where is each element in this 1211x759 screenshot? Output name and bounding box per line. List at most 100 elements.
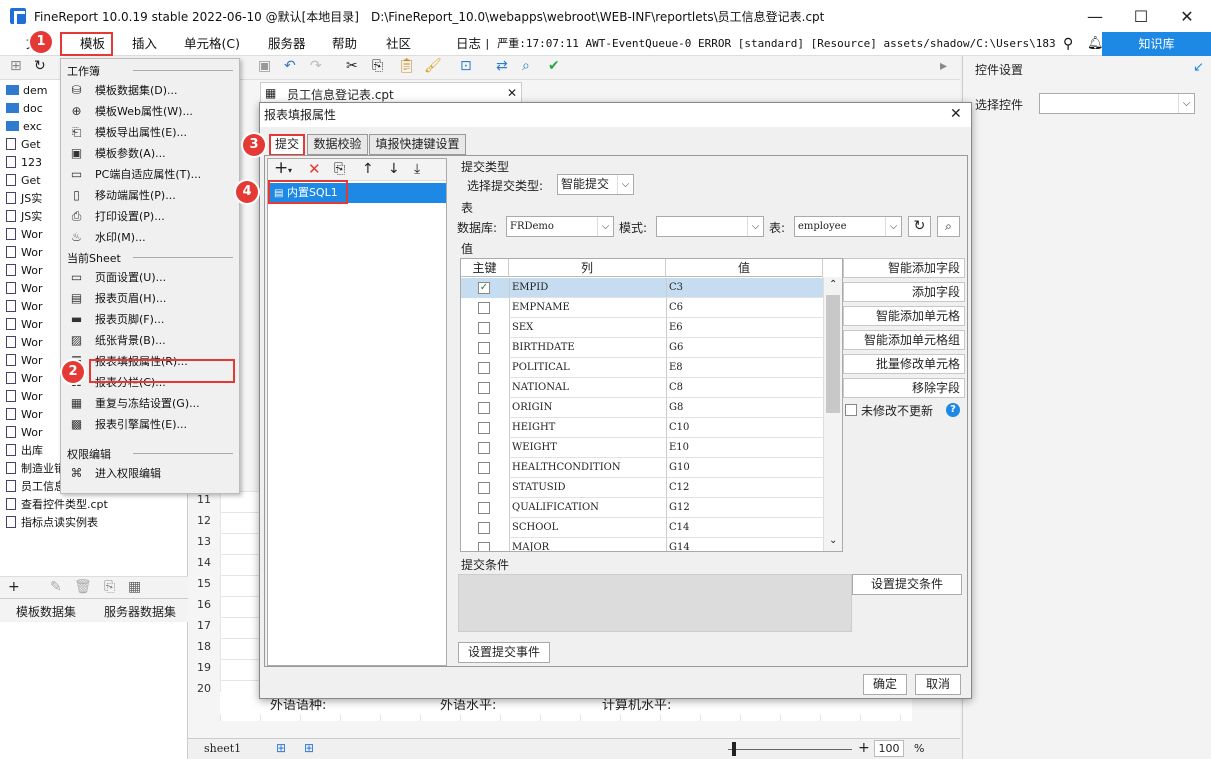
- primary-key-checkbox[interactable]: [478, 302, 490, 314]
- submit-type-combo[interactable]: 智能提交 ⌵: [557, 174, 634, 195]
- tree-item[interactable]: JS实: [6, 190, 42, 208]
- search-replace-icon[interactable]: ⌕: [522, 58, 530, 74]
- menu-item-wb-5[interactable]: 移动端属性(P)...: [95, 186, 176, 206]
- select-widget-combo[interactable]: ⌵: [1039, 93, 1195, 114]
- scroll-up-icon[interactable]: ⌃: [829, 279, 837, 290]
- smart-add-cell-button[interactable]: 智能添加单元格: [843, 306, 965, 326]
- column-cell[interactable]: SEX: [509, 318, 666, 338]
- refresh-table-icon[interactable]: ↻: [908, 216, 931, 237]
- primary-key-checkbox[interactable]: [478, 402, 490, 414]
- table-row[interactable]: SCHOOL C14: [461, 518, 823, 538]
- primary-key-checkbox[interactable]: [478, 342, 490, 354]
- menu-help[interactable]: 帮助: [332, 32, 357, 56]
- value-cell[interactable]: G12: [666, 498, 823, 518]
- menu-item-sheet-1[interactable]: 报表页眉(H)...: [95, 289, 166, 309]
- add-field-button[interactable]: 添加字段: [843, 282, 965, 302]
- preview-table-icon[interactable]: ⌕: [937, 216, 960, 237]
- no-update-checkbox[interactable]: [845, 404, 857, 416]
- column-cell[interactable]: BIRTHDATE: [509, 338, 666, 358]
- column-cell[interactable]: EMPNAME: [509, 298, 666, 318]
- column-cell[interactable]: HEALTHCONDITION: [509, 458, 666, 478]
- menu-item-perm-0[interactable]: 进入权限编辑: [95, 464, 161, 484]
- column-cell[interactable]: POLITICAL: [509, 358, 666, 378]
- new-folder-icon[interactable]: ⊞: [10, 58, 22, 74]
- delete-icon[interactable]: 🗑︎: [74, 579, 92, 595]
- primary-key-checkbox[interactable]: [478, 522, 490, 534]
- primary-key-checkbox[interactable]: [478, 362, 490, 374]
- value-cell[interactable]: C8: [666, 378, 823, 398]
- value-cell[interactable]: C6: [666, 298, 823, 318]
- primary-key-checkbox[interactable]: ✓: [478, 282, 490, 294]
- remove-submit-icon[interactable]: ✕: [308, 161, 321, 177]
- table-row[interactable]: HEIGHT C10: [461, 418, 823, 438]
- format-brush-icon[interactable]: 🖌︎: [424, 58, 442, 74]
- move-bottom-icon[interactable]: ⤓: [414, 161, 420, 177]
- value-cell[interactable]: C10: [666, 418, 823, 438]
- tab-template-dataset[interactable]: 模板数据集: [16, 603, 76, 620]
- primary-key-checkbox[interactable]: [478, 422, 490, 434]
- value-cell[interactable]: G8: [666, 398, 823, 418]
- table-row[interactable]: NATIONAL C8: [461, 378, 823, 398]
- menu-community[interactable]: 社区: [386, 32, 411, 56]
- sheet-tab[interactable]: sheet1: [204, 742, 241, 755]
- column-cell[interactable]: ORIGIN: [509, 398, 666, 418]
- set-condition-button[interactable]: 设置提交条件: [852, 574, 962, 595]
- value-cell[interactable]: C12: [666, 478, 823, 498]
- tree-item[interactable]: Get: [6, 172, 41, 190]
- menu-item-wb-7[interactable]: 水印(M)...: [95, 228, 146, 248]
- tree-item[interactable]: Wor: [6, 226, 42, 244]
- zoom-slider-thumb[interactable]: [732, 742, 736, 756]
- menu-item-wb-4[interactable]: PC端自适应属性(T)...: [95, 165, 201, 185]
- scroll-thumb[interactable]: [826, 295, 840, 413]
- table-row[interactable]: BIRTHDATE G6: [461, 338, 823, 358]
- column-cell[interactable]: QUALIFICATION: [509, 498, 666, 518]
- menu-item-sheet-0[interactable]: 页面设置(U)...: [95, 268, 166, 288]
- save-icon[interactable]: ▣: [258, 58, 271, 74]
- tree-item[interactable]: Wor: [6, 244, 42, 262]
- collapse-right-icon[interactable]: ▸: [940, 58, 947, 74]
- redo-icon[interactable]: ↷: [310, 58, 322, 74]
- smart-add-cell-group-button[interactable]: 智能添加单元格组: [843, 330, 965, 350]
- primary-key-checkbox[interactable]: [478, 542, 490, 551]
- value-cell[interactable]: C3: [666, 278, 823, 298]
- column-cell[interactable]: HEIGHT: [509, 418, 666, 438]
- table-row[interactable]: MAJOR G14: [461, 538, 823, 551]
- tree-item[interactable]: Wor: [6, 298, 42, 316]
- tree-item[interactable]: 出库: [6, 442, 43, 460]
- menu-item-sheet-3[interactable]: 纸张背景(B)...: [95, 331, 166, 351]
- table-row[interactable]: WEIGHT E10: [461, 438, 823, 458]
- menu-cell[interactable]: 单元格(C): [184, 32, 240, 56]
- copy-icon[interactable]: ⎘: [372, 58, 383, 74]
- tree-item[interactable]: Get: [6, 136, 41, 154]
- tree-item[interactable]: Wor: [6, 262, 42, 280]
- remove-field-button[interactable]: 移除字段: [843, 378, 965, 398]
- move-up-icon[interactable]: ↑: [362, 161, 374, 177]
- column-cell[interactable]: NATIONAL: [509, 378, 666, 398]
- doc-tab[interactable]: ▦ 员工信息登记表.cpt ✕: [260, 82, 522, 104]
- table-row[interactable]: POLITICAL E8: [461, 358, 823, 378]
- cut-icon[interactable]: ✂: [346, 58, 358, 74]
- menu-item-wb-3[interactable]: 模板参数(A)...: [95, 144, 166, 164]
- menu-item-sheet-6[interactable]: 重复与冻结设置(G)...: [95, 394, 200, 414]
- menu-item-wb-1[interactable]: 模板Web属性(W)...: [95, 102, 193, 122]
- batch-modify-cell-button[interactable]: 批量修改单元格: [843, 354, 965, 374]
- ok-button[interactable]: 确定: [863, 674, 907, 695]
- add-sheet-icon[interactable]: ⊞: [276, 741, 286, 755]
- edit-icon[interactable]: ✎: [50, 579, 62, 595]
- dataset-icon[interactable]: ▦: [128, 579, 141, 595]
- primary-key-checkbox[interactable]: [478, 382, 490, 394]
- tab-data-validation[interactable]: 数据校验: [307, 134, 368, 155]
- maximize-button[interactable]: ☐: [1118, 0, 1164, 32]
- column-cell[interactable]: SCHOOL: [509, 518, 666, 538]
- table-row[interactable]: QUALIFICATION G12: [461, 498, 823, 518]
- swap-icon[interactable]: ⇄: [496, 58, 508, 74]
- tree-item[interactable]: JS实: [6, 208, 42, 226]
- tree-item[interactable]: Wor: [6, 370, 42, 388]
- table-row[interactable]: STATUSID C12: [461, 478, 823, 498]
- database-combo[interactable]: FRDemo ⌵: [506, 216, 614, 237]
- menu-item-sheet-7[interactable]: 报表引擎属性(E)...: [95, 415, 187, 435]
- knowledge-base-button[interactable]: 知识库: [1102, 32, 1211, 56]
- menu-insert[interactable]: 插入: [132, 32, 157, 56]
- tree-item[interactable]: 指标点读实例表: [6, 514, 98, 532]
- add-submit-icon[interactable]: +: [274, 160, 288, 177]
